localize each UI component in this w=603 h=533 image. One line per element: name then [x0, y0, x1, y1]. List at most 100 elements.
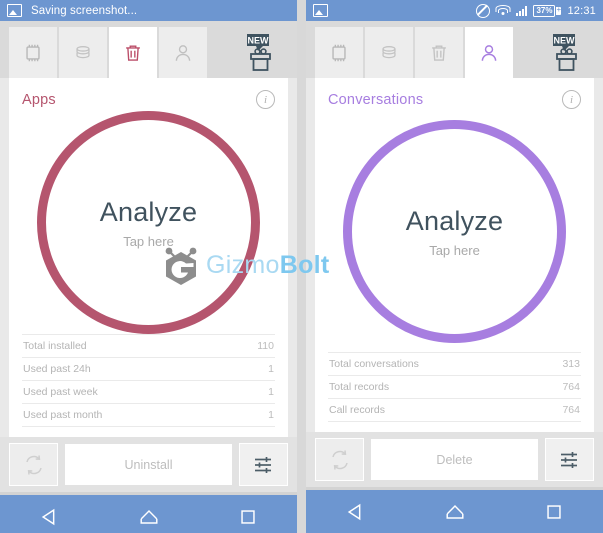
tap-here-label: Tap here: [123, 233, 174, 249]
status-bar: 37% 12:31: [306, 0, 603, 21]
stat-row: Total installed 110: [22, 334, 275, 358]
gift-promo-button[interactable]: NEW: [234, 27, 288, 78]
analysis-card: Apps i Analyze Tap here Total installed …: [9, 78, 288, 437]
card-area: Apps i Analyze Tap here Total installed …: [0, 78, 297, 437]
card-header: Apps i: [9, 78, 288, 111]
info-icon[interactable]: i: [256, 90, 275, 109]
action-bar: Delete: [306, 432, 603, 487]
card-area: Conversations i Analyze Tap here Total c…: [306, 78, 603, 432]
recents-square-icon[interactable]: [237, 506, 259, 528]
tab-contacts[interactable]: [159, 27, 207, 78]
stat-label: Used past week: [23, 386, 98, 398]
stat-label: Total records: [329, 381, 390, 393]
stat-row: Used past week 1: [22, 381, 275, 404]
primary-action-button[interactable]: Delete: [371, 439, 538, 480]
database-stack-icon: [382, 45, 396, 58]
stat-value: 764: [562, 404, 580, 416]
image-icon: [7, 4, 22, 17]
svg-text:NEW: NEW: [248, 35, 270, 45]
gift-icon: NEW: [553, 33, 577, 71]
stats-list: Total installed 110 Used past 24h 1 Used…: [9, 334, 288, 437]
battery-charging-cap: [556, 5, 562, 15]
image-icon: [313, 4, 328, 17]
android-nav-bar: [306, 487, 603, 533]
action-bar: Uninstall: [0, 437, 297, 492]
tab-trash[interactable]: [415, 27, 463, 78]
status-bar-title: Saving screenshot...: [31, 4, 138, 17]
battery-percent: 37%: [533, 4, 556, 17]
stat-label: Total conversations: [329, 358, 419, 370]
database-stack-icon: [76, 45, 90, 58]
stat-value: 1: [268, 386, 274, 398]
back-triangle-icon[interactable]: [39, 506, 61, 528]
analyze-dial-area: Analyze Tap here: [9, 111, 288, 334]
battery-icon: 37%: [533, 4, 562, 17]
phone-panel-right: 37% 12:31: [306, 0, 603, 533]
tab-apps[interactable]: [9, 27, 57, 78]
stat-value: 313: [562, 358, 580, 370]
android-nav-bar: [0, 492, 297, 533]
primary-action-button[interactable]: Uninstall: [65, 444, 232, 485]
refresh-icon: [331, 449, 348, 470]
analyze-label: Analyze: [99, 196, 198, 227]
tab-bar-spacer: [515, 27, 538, 78]
stat-value: 110: [257, 340, 274, 352]
stat-label: Used past month: [23, 409, 103, 421]
stat-label: Call records: [329, 404, 386, 416]
stat-row: Total conversations 313: [328, 352, 581, 376]
tab-bar-spacer: [209, 27, 232, 78]
trash-icon: [432, 45, 446, 61]
info-icon[interactable]: i: [562, 90, 581, 109]
refresh-icon: [25, 454, 42, 475]
stats-list: Total conversations 313 Total records 76…: [315, 352, 594, 432]
phone-panel-left: Saving screenshot... NEW Apps i Analyze …: [0, 0, 297, 533]
gift-icon: NEW: [247, 33, 271, 71]
card-title: Apps: [22, 91, 56, 108]
tab-storage[interactable]: [365, 27, 413, 78]
tab-storage[interactable]: [59, 27, 107, 78]
person-icon: [481, 44, 497, 61]
status-bar: Saving screenshot...: [0, 0, 297, 21]
stat-value: 764: [562, 381, 580, 393]
analysis-card: Conversations i Analyze Tap here Total c…: [315, 78, 594, 432]
card-header: Conversations i: [315, 78, 594, 111]
svg-text:NEW: NEW: [554, 35, 576, 45]
stat-value: 1: [268, 363, 274, 375]
tab-bar: NEW: [306, 21, 603, 78]
gift-promo-button[interactable]: NEW: [540, 27, 594, 78]
stat-label: Used past 24h: [23, 363, 91, 375]
dual-screenshot-stage: Saving screenshot... NEW Apps i Analyze …: [0, 0, 603, 533]
signal-icon: [516, 5, 528, 16]
trash-icon: [126, 45, 140, 61]
settings-button[interactable]: [239, 443, 288, 486]
stat-row: Used past 24h 1: [22, 358, 275, 381]
tab-trash[interactable]: [109, 27, 157, 78]
stat-row: Call records 764: [328, 399, 581, 422]
home-icon[interactable]: [444, 501, 466, 523]
tab-bar: NEW: [0, 21, 297, 78]
chip-icon: [26, 44, 40, 61]
tab-contacts[interactable]: [465, 27, 513, 78]
back-triangle-icon[interactable]: [345, 501, 367, 523]
chip-icon: [332, 44, 346, 61]
wifi-icon: [495, 5, 511, 16]
analyze-dial[interactable]: Analyze Tap here: [37, 111, 260, 334]
analyze-label: Analyze: [405, 205, 504, 236]
tab-apps[interactable]: [315, 27, 363, 78]
sliders-icon: [560, 451, 577, 468]
card-title: Conversations: [328, 91, 424, 108]
settings-button[interactable]: [545, 438, 594, 481]
analyze-dial[interactable]: Analyze Tap here: [343, 120, 566, 343]
do-not-disturb-icon: [476, 3, 491, 18]
sliders-icon: [254, 456, 271, 473]
recents-square-icon[interactable]: [543, 501, 565, 523]
stat-row: Total records 764: [328, 376, 581, 399]
refresh-button[interactable]: [315, 438, 364, 481]
clock: 12:31: [567, 4, 596, 17]
stat-row: Used past month 1: [22, 404, 275, 427]
stat-value: 1: [268, 409, 274, 421]
home-icon[interactable]: [138, 506, 160, 528]
refresh-button[interactable]: [9, 443, 58, 486]
tap-here-label: Tap here: [429, 242, 480, 258]
analyze-dial-area: Analyze Tap here: [315, 111, 594, 352]
